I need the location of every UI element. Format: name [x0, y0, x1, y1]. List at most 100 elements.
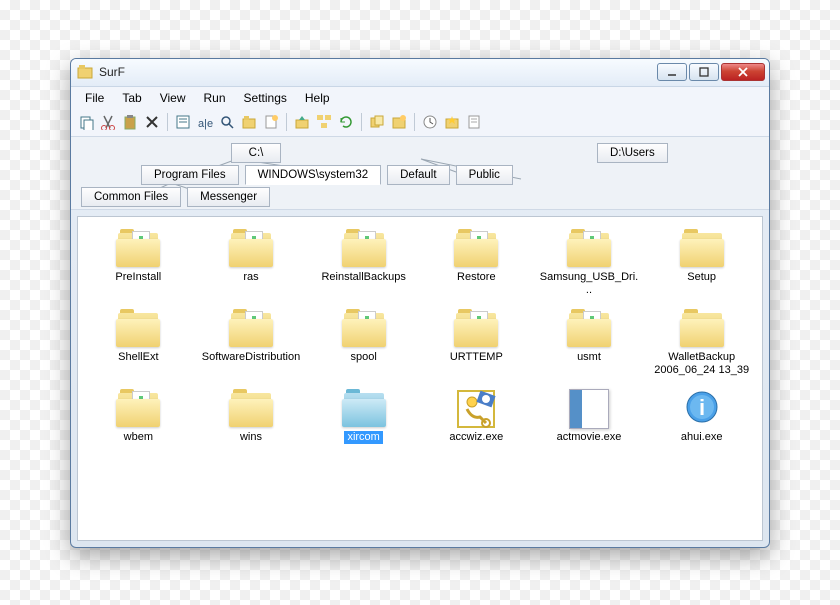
file-label: URTTEMP: [450, 351, 503, 364]
path-tab[interactable]: Public: [456, 165, 513, 185]
properties-icon[interactable]: [174, 113, 192, 131]
path-tab[interactable]: Program Files: [141, 165, 239, 185]
minimize-button[interactable]: [657, 63, 687, 81]
fav-icon[interactable]: [443, 113, 461, 131]
path-tab[interactable]: Messenger: [187, 187, 270, 207]
folder-tree-icon[interactable]: [315, 113, 333, 131]
file-item[interactable]: Samsung_USB_Dri...: [533, 225, 646, 301]
file-item[interactable]: Setup: [645, 225, 758, 301]
maximize-button[interactable]: [689, 63, 719, 81]
folder-up-icon[interactable]: [293, 113, 311, 131]
paste-icon[interactable]: [121, 113, 139, 131]
path-tab[interactable]: C:\: [231, 143, 281, 163]
new-file-icon[interactable]: [262, 113, 280, 131]
menu-help[interactable]: Help: [297, 89, 338, 107]
file-item[interactable]: wins: [195, 385, 308, 448]
path-tab[interactable]: D:\Users: [597, 143, 668, 163]
file-list[interactable]: PreInstall ras ReinstallBackups Restore Sams…: [77, 216, 763, 541]
folder-icon: [565, 309, 613, 349]
path-tab[interactable]: Default: [387, 165, 449, 185]
file-label: PreInstall: [115, 271, 161, 284]
app-title: SurF: [99, 65, 655, 79]
file-item[interactable]: i ahui.exe: [645, 385, 758, 448]
folder-icon: [227, 389, 275, 429]
file-item[interactable]: ShellExt: [82, 305, 195, 381]
toolbar-separator: [414, 113, 415, 131]
file-item[interactable]: accwiz.exe: [420, 385, 533, 448]
new-tab-icon[interactable]: [390, 113, 408, 131]
folder-icon: [114, 229, 162, 269]
file-item[interactable]: wbem: [82, 385, 195, 448]
svg-text:a|e: a|e: [198, 118, 213, 130]
file-item[interactable]: URTTEMP: [420, 305, 533, 381]
folder-icon: [565, 229, 613, 269]
search-icon[interactable]: [218, 113, 236, 131]
file-label: Restore: [457, 271, 496, 284]
file-item[interactable]: WalletBackup 2006_06_24 13_39: [645, 305, 758, 381]
file-label: ras: [243, 271, 258, 284]
file-item[interactable]: usmt: [533, 305, 646, 381]
file-label: wbem: [124, 431, 153, 444]
app-window: SurF File Tab View Run Settings Help a|e…: [70, 58, 770, 548]
close-button[interactable]: [721, 63, 765, 81]
delete-icon[interactable]: [143, 113, 161, 131]
new-folder-icon[interactable]: [240, 113, 258, 131]
folder-icon: [340, 389, 388, 429]
cut-icon[interactable]: [99, 113, 117, 131]
file-label: SoftwareDistribution: [202, 351, 300, 364]
tab-row-1: C:\ D:\Users: [81, 143, 759, 163]
menu-settings[interactable]: Settings: [236, 89, 295, 107]
file-label: xircom: [344, 431, 382, 444]
svg-text:i: i: [699, 395, 705, 420]
file-label: ahui.exe: [681, 431, 723, 444]
folder-icon: [678, 309, 726, 349]
actmovie-icon: [565, 389, 613, 429]
file-label: ReinstallBackups: [321, 271, 405, 284]
app-icon: [77, 64, 93, 80]
toolbar: a|e: [71, 109, 769, 137]
toolbar-separator: [361, 113, 362, 131]
file-item[interactable]: PreInstall: [82, 225, 195, 301]
file-item[interactable]: Restore: [420, 225, 533, 301]
path-tab[interactable]: Common Files: [81, 187, 181, 207]
folder-icon: [678, 229, 726, 269]
rename-icon[interactable]: a|e: [196, 113, 214, 131]
clone-tab-icon[interactable]: [368, 113, 386, 131]
menu-tab[interactable]: Tab: [114, 89, 149, 107]
folder-icon: [452, 229, 500, 269]
folder-icon: [452, 309, 500, 349]
file-item[interactable]: ras: [195, 225, 308, 301]
file-label: Setup: [687, 271, 716, 284]
titlebar: SurF: [71, 59, 769, 87]
file-label: Samsung_USB_Dri...: [539, 271, 639, 297]
file-item[interactable]: xircom: [307, 385, 420, 448]
folder-icon: [227, 309, 275, 349]
history-icon[interactable]: [421, 113, 439, 131]
file-label: accwiz.exe: [449, 431, 503, 444]
folder-icon: [114, 309, 162, 349]
file-label: ShellExt: [118, 351, 158, 364]
doc-icon[interactable]: [465, 113, 483, 131]
toolbar-separator: [286, 113, 287, 131]
file-label: actmovie.exe: [557, 431, 622, 444]
file-label: wins: [240, 431, 262, 444]
folder-icon: [227, 229, 275, 269]
file-item[interactable]: SoftwareDistribution: [195, 305, 308, 381]
folder-icon: [114, 389, 162, 429]
menubar: File Tab View Run Settings Help: [71, 87, 769, 109]
folder-icon: [340, 229, 388, 269]
file-label: usmt: [577, 351, 601, 364]
info-icon: i: [678, 389, 726, 429]
file-item[interactable]: ReinstallBackups: [307, 225, 420, 301]
tab-row-3: Common Files Messenger: [81, 187, 759, 207]
path-tab[interactable]: WINDOWS\system32: [245, 165, 382, 185]
menu-run[interactable]: Run: [196, 89, 234, 107]
copy-icon[interactable]: [77, 113, 95, 131]
tab-row-2: Program Files WINDOWS\system32Default Publ…: [81, 165, 759, 185]
file-item[interactable]: spool: [307, 305, 420, 381]
file-item[interactable]: actmovie.exe: [533, 385, 646, 448]
tab-area: C:\ D:\Users Program Files WINDOWS\system3…: [71, 137, 769, 210]
refresh-icon[interactable]: [337, 113, 355, 131]
menu-view[interactable]: View: [152, 89, 194, 107]
menu-file[interactable]: File: [77, 89, 112, 107]
